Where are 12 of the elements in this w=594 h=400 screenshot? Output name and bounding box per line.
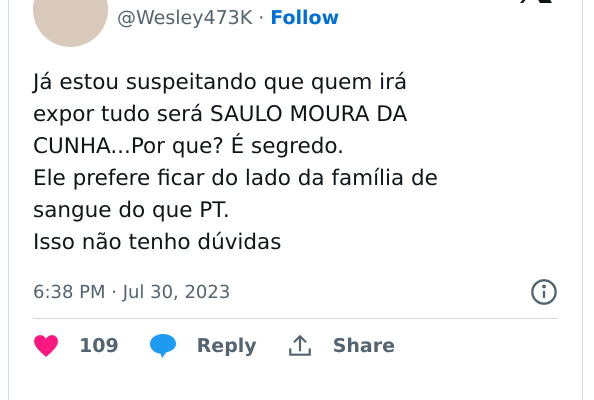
share-button[interactable]: Share [286, 333, 395, 359]
timestamp[interactable]: 6:38 PM · Jul 30, 2023 [33, 282, 230, 302]
speech-bubble-icon [148, 333, 177, 359]
follow-link[interactable]: Follow [270, 7, 340, 29]
like-button[interactable]: 109 [33, 334, 119, 358]
separator-dot: · [258, 7, 264, 29]
info-icon[interactable] [530, 278, 558, 306]
heart-icon [33, 334, 59, 358]
tweet-text: Já estou suspeitando que quem irá expor tudo será SAULO MOURA DA CUNHA...Por que? É segredo. Ele prefere ficar do lado da família de sangue do que PT. Isso não tenho dúvidas [33, 69, 439, 257]
share-icon [286, 333, 313, 359]
reply-button[interactable]: Reply [148, 333, 257, 359]
user-handle: @Wesley473K [117, 7, 252, 29]
